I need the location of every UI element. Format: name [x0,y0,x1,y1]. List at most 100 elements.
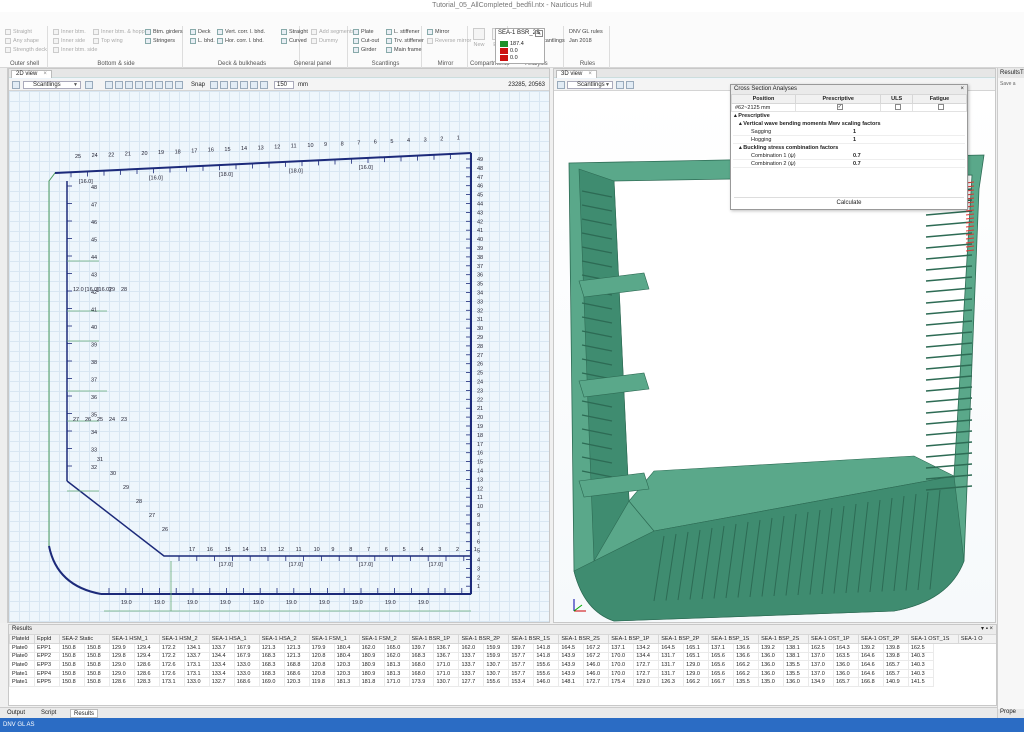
view-menu-icon[interactable] [557,81,565,89]
ribbon-item-1-5[interactable]: Btm. girders [145,27,183,36]
sagging-value[interactable]: 1 [853,129,856,135]
mode-select-3d[interactable]: Scantlings ▼ [567,81,613,89]
section-2d-canvas[interactable]: 25 24 22 21 20 19 18 17 16 15 14 13 12 11 10 9 8 7 6 5 4 3 2 1[… [9,91,549,622]
hogging-row[interactable]: Hogging 1 [733,136,965,144]
results-col-header[interactable]: SEA-1 HSM_2 [158,634,210,644]
legend-settings-icon[interactable]: ✎ [535,30,543,37]
results-col-header[interactable]: SEA-1 BSP_1P [608,634,660,644]
fatigue-checkbox[interactable] [937,104,944,111]
prescriptive-checkbox[interactable]: ✓ [836,104,843,111]
results-col-header[interactable]: SEA-1 O [957,634,996,644]
bottom-tab-output[interactable]: Output [4,709,28,718]
combination1-value[interactable]: 0.7 [853,153,861,159]
results-col-header[interactable]: SEA-1 BSR_2P [458,634,510,644]
ribbon-item-1-2[interactable]: Inner btm. side [53,45,97,54]
results-col-header[interactable]: SEA-1 FSM_1 [308,634,360,644]
left-dock-strip[interactable] [0,68,8,623]
results-grid[interactable]: PlateId EppId SEA-2 Static SEA-1 HSM_1 SEA-1… [9,634,997,687]
panel-controls[interactable]: ▾ ▪ × [981,625,993,634]
ribbon-item-3-3[interactable]: Dummy [311,36,338,45]
view-menu-icon[interactable] [12,81,20,89]
ribbon-item-4-5[interactable]: Main frame [386,45,422,54]
combination2-row[interactable]: Combination 2 (ψ) 0.7 [733,160,965,168]
ribbon-item-0-1[interactable]: Any shape [5,36,39,45]
results-col-header[interactable]: SEA-1 OST_1S [907,634,959,644]
close-icon[interactable]: × [43,71,47,77]
results-col-header[interactable]: SEA-1 HSA_2 [258,634,310,644]
results-col-header[interactable]: SEA-1 BSR_1S [508,634,560,644]
ribbon-item-1-6[interactable]: Stringers [145,36,175,45]
ribbon-item-2-1[interactable]: L. bhd. [190,36,215,45]
ribbon-item-4-2[interactable]: Girder [353,45,376,54]
results-col-header[interactable]: SEA-1 FSM_2 [358,634,410,644]
snap-point-icon[interactable] [220,81,228,89]
group-buckling[interactable]: ▴ Buckling stress combination factors [731,144,967,152]
ribbon-item-2-2[interactable]: Vert. corr. l. bhd. [217,27,265,36]
section-prescriptive[interactable]: ▴ Prescriptive [731,112,967,120]
table-row[interactable]: Plate0 EPP3 150.8 150.8 129.0 128.6 172.6 173.1… [9,660,997,670]
pan-icon[interactable] [125,81,133,89]
label-icon[interactable] [175,81,183,89]
close-icon[interactable]: × [960,85,964,94]
ribbon-item-8-0[interactable]: DNV GL rules [569,27,603,36]
ribbon-item-5-0[interactable]: Mirror [427,27,449,36]
ribbon-item-3-0[interactable]: Straight [281,27,308,36]
ribbon-item-3-1[interactable]: Curved [281,36,307,45]
results-col-header[interactable]: SEA-1 BSP_2P [658,634,710,644]
ribbon-item-8-1[interactable]: Jan 2018 [569,36,592,45]
close-icon[interactable]: × [588,71,592,77]
group-mwv[interactable]: ▴ Vertical wave bending moments Mwv scal… [731,120,967,128]
results-col-header[interactable]: EppId [33,634,60,644]
ribbon-item-4-3[interactable]: L. stiffener [386,27,420,36]
ribbon-item-1-3[interactable]: Inner btm. & hopper [93,27,150,36]
results-col-header[interactable]: SEA-1 OST_1P [808,634,859,644]
results-col-header[interactable]: SEA-1 OST_2P [857,634,909,644]
ribbon-item-2-3[interactable]: Hor. corr. l. bhd. [217,36,264,45]
bottom-tab-script[interactable]: Script [38,709,59,718]
pointer-icon[interactable] [105,81,113,89]
results-col-header[interactable]: SEA-1 HSM_1 [108,634,160,644]
combination2-value[interactable]: 0.7 [853,161,861,167]
ribbon-item-4-0[interactable]: Plate [353,27,374,36]
save-item[interactable]: Save a [1000,81,1024,87]
combination1-row[interactable]: Combination 1 (ψ) 0.7 [733,152,965,160]
ribbon-item-1-0[interactable]: Inner btm. [53,27,86,36]
ribbon-item-1-1[interactable]: Inner side [53,36,85,45]
sagging-row[interactable]: Sagging 1 [733,128,965,136]
ribbon-item-0-2[interactable]: Strength deck [5,45,47,54]
section-icon[interactable] [165,81,173,89]
tab-3d-view[interactable]: 3D view × [556,70,597,78]
ribbon-item-1-4[interactable]: Top wing [93,36,123,45]
ribbon-item-4-1[interactable]: Cut-out [353,36,379,45]
snap-grid-icon[interactable] [210,81,218,89]
snap-end-icon[interactable] [260,81,268,89]
measure-icon[interactable] [155,81,163,89]
ribbon-item-6-0[interactable]: New [473,28,485,52]
grid-icon[interactable] [145,81,153,89]
snap-angle-icon[interactable] [240,81,248,89]
ribbon-item-4-4[interactable]: Trv. stiffener [386,36,424,45]
snap-line-icon[interactable] [230,81,238,89]
results-col-header[interactable]: SEA-1 HSA_1 [208,634,260,644]
search-icon[interactable] [626,81,634,89]
properties-tab[interactable]: Prope [998,709,1024,718]
snap-distance-input[interactable]: 150 [274,81,294,89]
ribbon-item-2-0[interactable]: Deck [190,27,211,36]
zoom-icon[interactable] [115,81,123,89]
hogging-value[interactable]: 1 [853,137,856,143]
calculate-button[interactable]: Calculate [734,197,964,207]
results-col-header[interactable]: PlateId [9,634,35,644]
tab-2d-view[interactable]: 2D view × [11,70,52,78]
results-col-header[interactable]: SEA-1 BSP_2S [758,634,809,644]
results-col-header[interactable]: SEA-1 BSR_1P [408,634,460,644]
table-row[interactable]: Plate0 EPP1 150.8 150.8 129.9 129.4 172.2 134.1… [9,643,997,653]
mode-select-2d[interactable]: Scantlings ▼ [23,81,81,89]
settings-icon[interactable] [616,81,624,89]
uls-checkbox[interactable] [895,104,902,111]
bottom-tab-results[interactable]: Results [70,709,99,718]
ribbon-item-0-0[interactable]: Straight [5,27,32,36]
ribbon-item-3-2[interactable]: Add segments [311,27,354,36]
table-row[interactable]: Plate0 EPP2 150.8 150.8 129.8 129.4 172.2 133.7… [9,651,997,662]
ribbon-item-5-1[interactable]: Reverse mirror [427,36,471,45]
results-col-header[interactable]: SEA-1 BSP_1S [708,634,760,644]
